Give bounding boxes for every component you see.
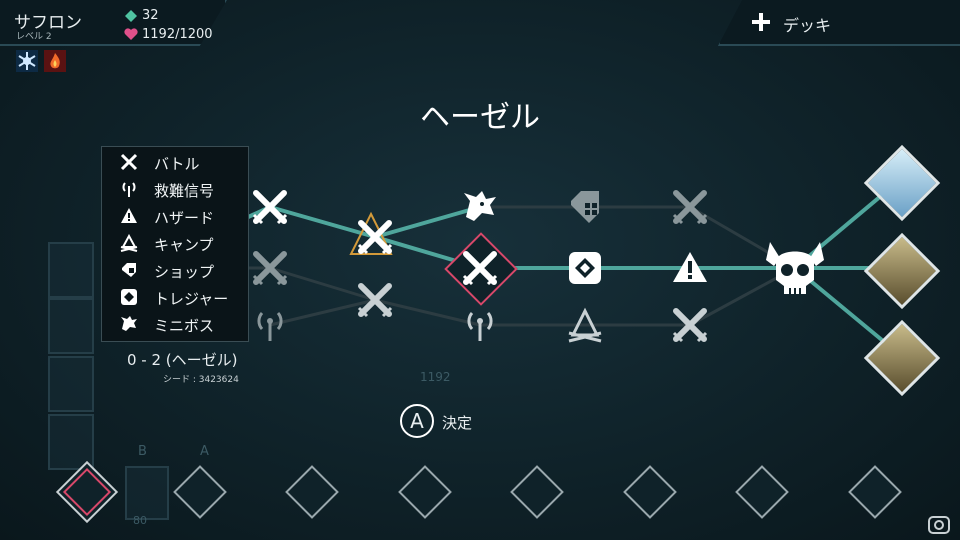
- confirm-button[interactable]: A: [400, 404, 434, 438]
- hazard-icon: [121, 208, 137, 223]
- legend-row-treasure: トレジャー: [102, 284, 248, 310]
- distress-signal-icon: [122, 182, 136, 197]
- battle-node-icon[interactable]: [670, 187, 710, 227]
- battle-node-icon[interactable]: [460, 248, 500, 288]
- legend-row-camp: キャンプ: [102, 230, 248, 256]
- miniboss-icon: [121, 316, 137, 331]
- legend-row-battle: バトル: [102, 149, 248, 175]
- legend-label: ショップ: [154, 263, 215, 281]
- hazard-node-icon[interactable]: [670, 248, 710, 288]
- boss-node-icon[interactable]: [762, 236, 828, 302]
- battle-node-icon[interactable]: [355, 217, 395, 257]
- progress-track: [0, 440, 960, 540]
- progress-node[interactable]: [510, 465, 564, 519]
- camp-icon: [120, 234, 138, 252]
- distress-signal-node-icon[interactable]: [250, 305, 290, 345]
- progress-node[interactable]: [623, 465, 677, 519]
- node-legend: バトル 救難信号 ハザード キャンプ ショップ トレジャー ミニボス: [101, 146, 249, 342]
- battle-node-icon[interactable]: [355, 280, 395, 320]
- progress-node[interactable]: [398, 465, 452, 519]
- watermark-logo-icon: [928, 516, 950, 534]
- confirm-button-glyph: A: [410, 409, 424, 433]
- progress-current-node[interactable]: [62, 467, 112, 517]
- miniboss-node-icon[interactable]: [460, 187, 500, 227]
- legend-row-miniboss: ミニボス: [102, 311, 248, 337]
- legend-label: ハザード: [154, 209, 215, 227]
- progress-node[interactable]: [173, 465, 227, 519]
- legend-label: キャンプ: [154, 236, 214, 254]
- legend-label: 救難信号: [154, 182, 215, 200]
- battle-icon: [120, 153, 138, 171]
- treasure-node-icon[interactable]: [565, 248, 605, 288]
- progress-node[interactable]: [735, 465, 789, 519]
- legend-row-shop: ショップ: [102, 257, 248, 283]
- legend-row-hazard: ハザード: [102, 203, 248, 229]
- shop-icon: [122, 263, 136, 277]
- confirm-label: 決定: [442, 414, 473, 432]
- treasure-icon: [121, 289, 137, 305]
- shop-node-icon[interactable]: [565, 187, 605, 227]
- battle-node-icon[interactable]: [670, 305, 710, 345]
- stage-label: 0 - 2 (ヘーゼル): [127, 351, 238, 369]
- progress-node[interactable]: [848, 465, 902, 519]
- battle-node-icon[interactable]: [250, 248, 290, 288]
- legend-label: バトル: [154, 155, 200, 173]
- progress-node[interactable]: [285, 465, 339, 519]
- map-screen: B A 80 1192 サフロン レベル 2 32 1192/1200 デッキ …: [0, 0, 960, 540]
- legend-row-distress: 救難信号: [102, 176, 248, 202]
- camp-node-icon[interactable]: [565, 305, 605, 345]
- seed-label: シード : 3423624: [163, 375, 239, 385]
- distress-signal-node-icon[interactable]: [460, 305, 500, 345]
- battle-node-icon[interactable]: [250, 187, 290, 227]
- legend-label: ミニボス: [154, 317, 215, 335]
- legend-label: トレジャー: [154, 290, 229, 308]
